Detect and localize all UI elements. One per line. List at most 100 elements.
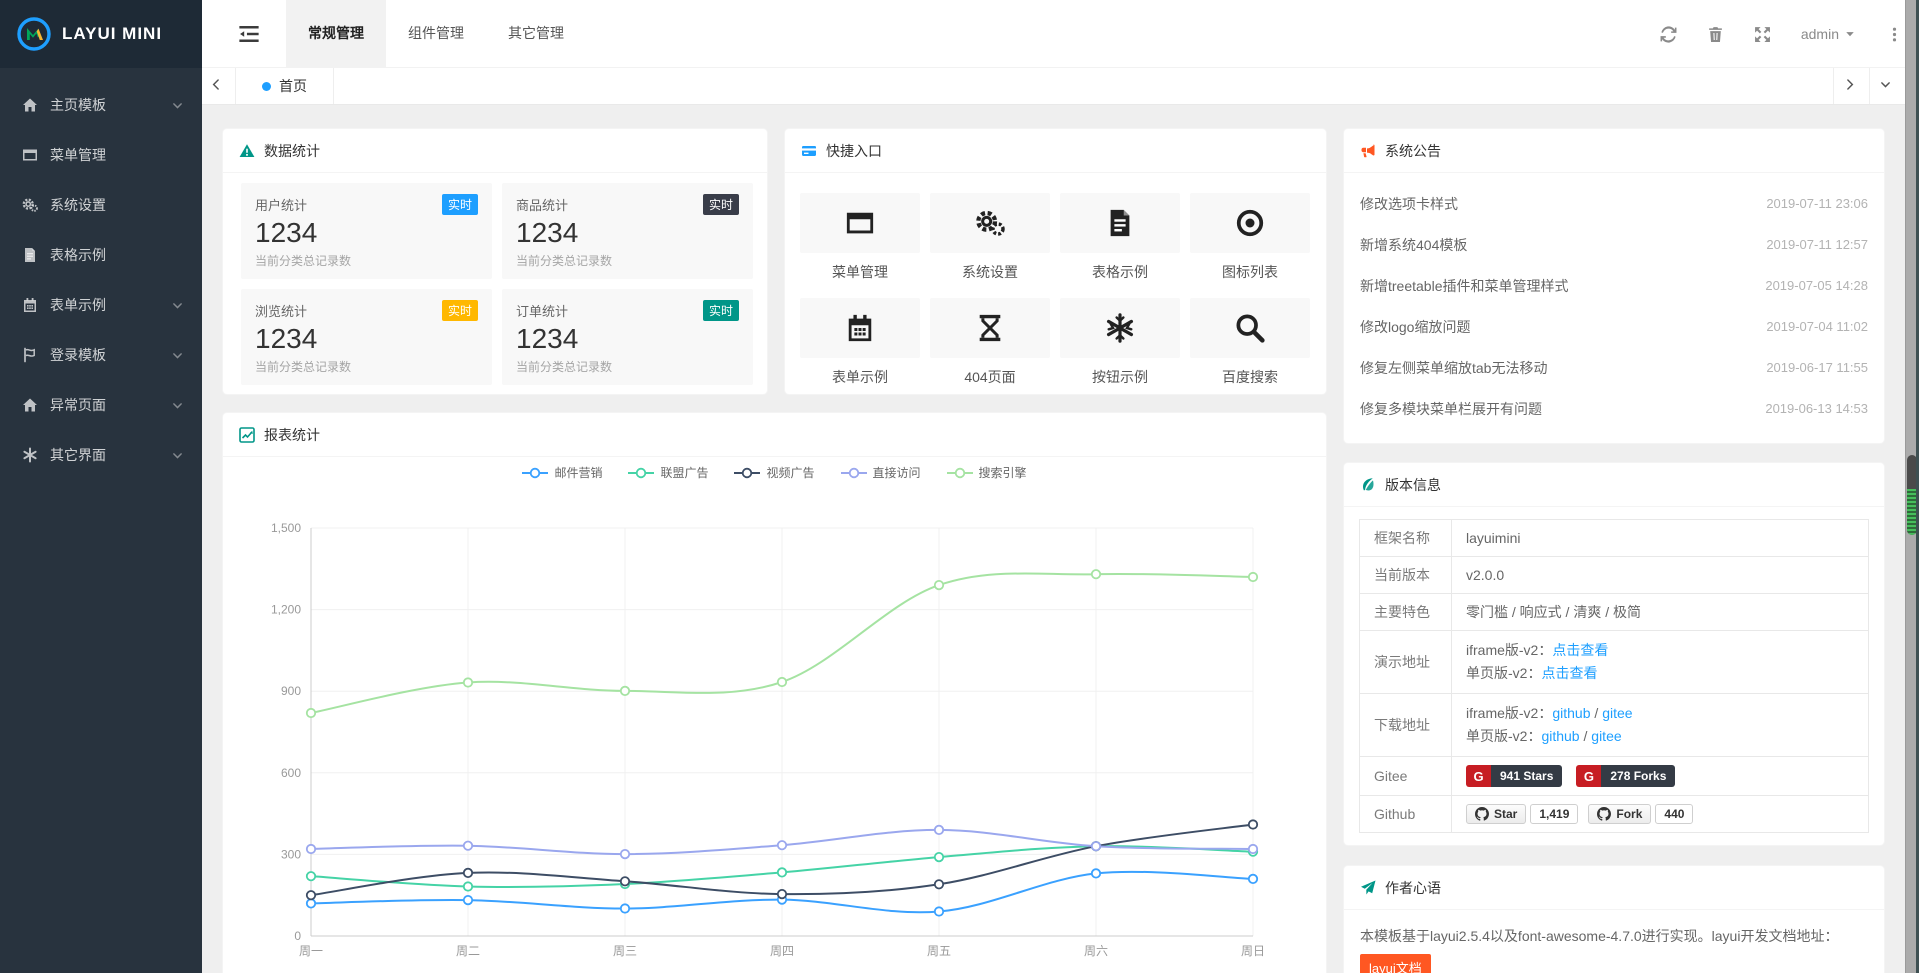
version-link[interactable]: gitee xyxy=(1602,705,1632,721)
sidebar-item-6[interactable]: 异常页面 xyxy=(0,380,202,430)
tab-operations-button[interactable] xyxy=(1869,68,1905,104)
app-logo-icon xyxy=(16,16,52,52)
paper-plane-icon xyxy=(1360,880,1376,896)
clear-cache-icon[interactable] xyxy=(1707,26,1724,43)
version-table-wrap: 框架名称layuimini当前版本v2.0.0主要特色零门槛 / 响应式 / 清… xyxy=(1344,507,1884,846)
more-menu-icon[interactable] xyxy=(1886,26,1903,43)
sidebar-item-7[interactable]: 其它界面 xyxy=(0,430,202,480)
notice-list: 修改选项卡样式2019-07-11 23:06新增系统404模板2019-07-… xyxy=(1344,173,1884,429)
github-icon xyxy=(1597,807,1611,821)
user-menu[interactable]: admin xyxy=(1801,26,1856,42)
quick-entry-label: 百度搜索 xyxy=(1190,367,1310,387)
github-fork-button[interactable]: Fork440 xyxy=(1588,804,1693,824)
header-actions: admin xyxy=(1660,0,1903,68)
page-tab-0[interactable]: 首页 xyxy=(236,68,334,104)
sidebar-item-0[interactable]: 主页模板 xyxy=(0,80,202,130)
app-title: LAYUI MINI xyxy=(62,24,162,44)
version-row-label: Gitee xyxy=(1360,757,1452,796)
quick-entry-3[interactable]: 图标列表 xyxy=(1190,193,1310,282)
stat-value: 1234 xyxy=(255,323,478,355)
quick-entry-6[interactable]: 按钮示例 xyxy=(1060,298,1180,387)
sidebar-item-1[interactable]: 菜单管理 xyxy=(0,130,202,180)
header-nav-tab-0[interactable]: 常规管理 xyxy=(286,0,386,67)
sidebar-item-5[interactable]: 登录模板 xyxy=(0,330,202,380)
version-link[interactable]: github xyxy=(1541,728,1579,744)
sidebar: LAYUI MINI 主页模板菜单管理系统设置表格示例表单示例登录模板异常页面其… xyxy=(0,0,202,973)
legend-item-2[interactable]: 视频广告 xyxy=(734,464,814,481)
sidebar-item-3[interactable]: 表格示例 xyxy=(0,230,202,280)
notice-text: 修改选项卡样式 xyxy=(1360,194,1458,214)
tab-scroll-left-button[interactable] xyxy=(202,68,236,104)
quick-entry-0[interactable]: 菜单管理 xyxy=(800,193,920,282)
bullhorn-icon xyxy=(1360,143,1376,159)
header-nav-tab-1[interactable]: 组件管理 xyxy=(386,0,486,67)
header-nav-tab-2[interactable]: 其它管理 xyxy=(486,0,586,67)
legend-marker xyxy=(734,466,760,480)
stat-badge: 实时 xyxy=(442,300,478,321)
legend-marker xyxy=(628,466,654,480)
legend-item-4[interactable]: 搜索引擎 xyxy=(947,464,1027,481)
sidebar-item-4[interactable]: 表单示例 xyxy=(0,280,202,330)
refresh-icon[interactable] xyxy=(1660,26,1677,43)
gitee-badge-text: 278 Forks xyxy=(1601,765,1675,787)
panel-title: 版本信息 xyxy=(1385,475,1441,495)
legend-item-3[interactable]: 直接访问 xyxy=(841,464,921,481)
fullscreen-icon[interactable] xyxy=(1754,26,1771,43)
version-row-value: 零门槛 / 响应式 / 清爽 / 极简 xyxy=(1452,594,1869,631)
chevron-down-icon xyxy=(1879,78,1896,95)
chevron-down-icon xyxy=(171,99,184,112)
legend-item-1[interactable]: 联盟广告 xyxy=(628,464,708,481)
tabbar-right-buttons xyxy=(1833,68,1905,104)
github-count: 1,419 xyxy=(1530,804,1578,824)
version-link[interactable]: github xyxy=(1552,705,1590,721)
app-logo[interactable]: LAYUI MINI xyxy=(0,0,202,68)
leaf-icon xyxy=(1360,477,1376,493)
quick-entry-4[interactable]: 表单示例 xyxy=(800,298,920,387)
stat-box-3: 订单统计实时1234当前分类总记录数 xyxy=(502,289,753,385)
flag-icon xyxy=(22,347,38,363)
version-row-value: layuimini xyxy=(1452,520,1869,557)
gitee-icon: G xyxy=(1466,765,1491,787)
quick-entry-label: 表单示例 xyxy=(800,367,920,387)
version-row-label: 当前版本 xyxy=(1360,557,1452,594)
version-link[interactable]: gitee xyxy=(1591,728,1621,744)
quick-entry-2[interactable]: 表格示例 xyxy=(1060,193,1180,282)
dot-circle-icon xyxy=(1235,208,1265,238)
layui-doc-badge[interactable]: layui文档 xyxy=(1360,954,1431,973)
collapse-sidebar-button[interactable] xyxy=(238,23,260,45)
legend-label: 联盟广告 xyxy=(660,464,708,481)
quick-entry-label: 404页面 xyxy=(930,367,1050,387)
quick-entry-5[interactable]: 404页面 xyxy=(930,298,1050,387)
version-link[interactable]: 点击查看 xyxy=(1541,665,1597,681)
notice-item-2[interactable]: 新增treetable插件和菜单管理样式2019-07-05 14:28 xyxy=(1360,265,1868,306)
stat-title: 用户统计 xyxy=(255,195,307,214)
chart-line-icon xyxy=(239,427,255,443)
version-link[interactable]: 点击查看 xyxy=(1552,642,1608,658)
legend-marker xyxy=(841,466,867,480)
gitee-badge[interactable]: G278 Forks xyxy=(1576,765,1675,787)
gitee-badge[interactable]: G941 Stars xyxy=(1466,765,1562,787)
panel-system-notice: 系统公告 修改选项卡样式2019-07-11 23:06新增系统404模板201… xyxy=(1343,128,1885,444)
sidebar-item-2[interactable]: 系统设置 xyxy=(0,180,202,230)
github-button-label: Star xyxy=(1494,807,1517,821)
cogs-icon xyxy=(975,208,1005,238)
version-row-6: GithubStar1,419Fork440 xyxy=(1360,796,1869,833)
tab-scroll-right-button[interactable] xyxy=(1833,68,1869,104)
legend-item-0[interactable]: 邮件营销 xyxy=(522,464,602,481)
quick-entry-label: 表格示例 xyxy=(1060,262,1180,282)
github-star-button[interactable]: Star 1,419 xyxy=(1466,804,1578,824)
notice-item-3[interactable]: 修改logo缩放问题2019-07-04 11:02 xyxy=(1360,306,1868,347)
panel-quick-entry: 快捷入口 菜单管理系统设置表格示例图标列表表单示例404页面按钮示例百度搜索 xyxy=(784,128,1327,395)
chevron-left-icon xyxy=(210,78,227,95)
notice-item-5[interactable]: 修复多模块菜单栏展开有问题2019-06-13 14:53 xyxy=(1360,388,1868,429)
notice-item-0[interactable]: 修改选项卡样式2019-07-11 23:06 xyxy=(1360,183,1868,224)
github-icon xyxy=(1475,807,1489,821)
svg-text:周二: 周二 xyxy=(456,944,480,958)
chevron-down-icon xyxy=(171,349,184,362)
svg-text:600: 600 xyxy=(281,766,301,780)
quick-entry-7[interactable]: 百度搜索 xyxy=(1190,298,1310,387)
quick-entry-1[interactable]: 系统设置 xyxy=(930,193,1050,282)
notice-item-1[interactable]: 新增系统404模板2019-07-11 12:57 xyxy=(1360,224,1868,265)
notice-item-4[interactable]: 修复左侧菜单缩放tab无法移动2019-06-17 11:55 xyxy=(1360,347,1868,388)
version-row-label: 主要特色 xyxy=(1360,594,1452,631)
